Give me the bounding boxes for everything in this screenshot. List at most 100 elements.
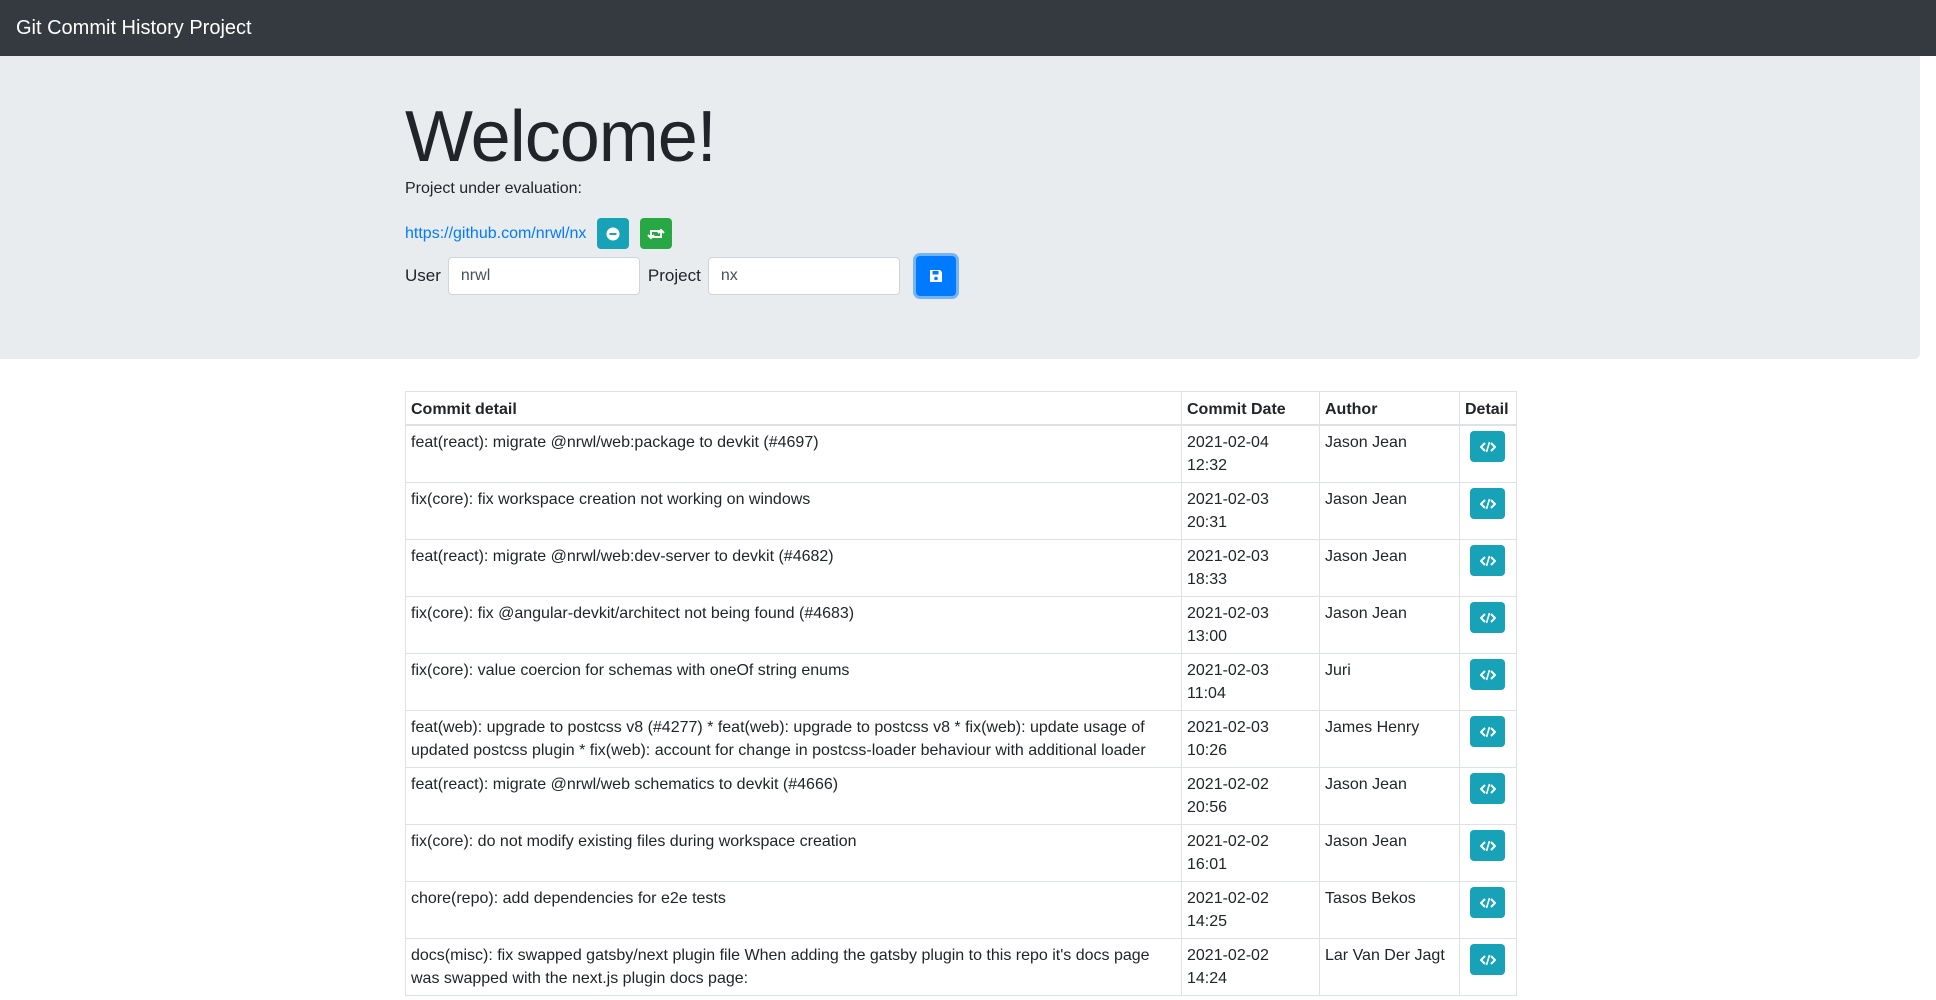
commit-date-cell: 2021-02-03 13:00: [1181, 596, 1320, 654]
window-edge: [1922, 0, 1936, 1000]
view-detail-button[interactable]: [1470, 602, 1505, 633]
commit-message: feat(web): upgrade to postcss v8 (#4277)…: [411, 719, 1146, 759]
commit-author: James Henry: [1325, 719, 1420, 736]
view-detail-button[interactable]: [1470, 716, 1505, 747]
commit-time: 14:25: [1187, 913, 1228, 930]
commit-date: 2021-02-04: [1187, 434, 1269, 451]
user-label: User: [405, 266, 441, 285]
table-row: feat(react): migrate @nrwl/web:package t…: [405, 424, 1517, 483]
author-cell: Jason Jean: [1319, 424, 1460, 483]
view-detail-button[interactable]: [1470, 431, 1505, 462]
commit-detail-cell: feat(react): migrate @nrwl/web:package t…: [405, 424, 1182, 483]
table-row: fix(core): fix workspace creation not wo…: [405, 482, 1517, 540]
commit-date-cell: 2021-02-03 20:31: [1181, 482, 1320, 540]
commit-message: feat(react): migrate @nrwl/web:package t…: [411, 434, 819, 451]
commit-date-cell: 2021-02-03 10:26: [1181, 710, 1320, 768]
commit-author: Jason Jean: [1325, 605, 1407, 622]
jumbotron: Welcome! Project under evaluation: https…: [0, 56, 1920, 359]
commit-date-cell: 2021-02-02 14:24: [1181, 938, 1320, 996]
view-detail-button[interactable]: [1470, 830, 1505, 861]
commit-time: 20:56: [1187, 799, 1228, 816]
commit-detail-cell: fix(core): fix @angular-devkit/architect…: [405, 596, 1182, 654]
author-cell: Jason Jean: [1319, 539, 1460, 597]
commit-author: Lar Van Der Jagt: [1325, 947, 1445, 964]
author-cell: Juri: [1319, 653, 1460, 711]
commit-date-cell: 2021-02-03 18:33: [1181, 539, 1320, 597]
commit-time: 11:04: [1187, 685, 1226, 702]
view-detail-button[interactable]: [1470, 659, 1505, 690]
commit-date: 2021-02-02: [1187, 947, 1269, 964]
minus-circle-icon: [606, 227, 620, 240]
author-cell: Jason Jean: [1319, 596, 1460, 654]
detail-cell: [1459, 424, 1517, 483]
commit-author: Jason Jean: [1325, 833, 1407, 850]
commit-time: 10:26: [1187, 742, 1228, 759]
commit-date-cell: 2021-02-02 16:01: [1181, 824, 1320, 882]
commit-date: 2021-02-02: [1187, 890, 1269, 907]
commit-message: feat(react): migrate @nrwl/web schematic…: [411, 776, 839, 793]
author-cell: Jason Jean: [1319, 482, 1460, 540]
commit-time: 16:01: [1187, 856, 1228, 873]
commit-message: fix(core): do not modify existing files …: [411, 833, 857, 850]
code-icon: [1479, 726, 1496, 737]
refresh-project-button[interactable]: [640, 218, 673, 249]
view-detail-button[interactable]: [1470, 488, 1505, 519]
view-detail-button[interactable]: [1470, 773, 1505, 804]
code-icon: [1479, 555, 1496, 566]
detail-cell: [1459, 596, 1517, 654]
user-input[interactable]: [447, 257, 640, 295]
author-cell: Lar Van Der Jagt: [1319, 938, 1460, 996]
table-row: feat(react): migrate @nrwl/web:dev-serve…: [405, 539, 1517, 597]
code-icon: [1479, 441, 1496, 452]
table-row: fix(core): fix @angular-devkit/architect…: [405, 596, 1517, 654]
author-cell: Jason Jean: [1319, 824, 1460, 882]
commit-author: Jason Jean: [1325, 776, 1407, 793]
commit-date-cell: 2021-02-02 20:56: [1181, 767, 1320, 825]
commit-time: 14:24: [1187, 970, 1228, 987]
commit-time: 18:33: [1187, 571, 1228, 588]
table-row: chore(repo): add dependencies for e2e te…: [405, 881, 1517, 939]
header-commit-date: Commit Date: [1181, 391, 1320, 426]
project-input[interactable]: [707, 257, 900, 295]
repo-link[interactable]: https://github.com/nrwl/nx: [405, 225, 586, 243]
project-form: User Project: [405, 256, 956, 296]
commit-message: fix(core): fix workspace creation not wo…: [411, 491, 811, 508]
table-row: feat(react): migrate @nrwl/web schematic…: [405, 767, 1517, 825]
detail-cell: [1459, 824, 1517, 882]
commit-message: docs(misc): fix swapped gatsby/next plug…: [411, 947, 1150, 987]
commit-time: 13:00: [1187, 628, 1228, 645]
commit-author: Jason Jean: [1325, 434, 1407, 451]
header-author: Author: [1319, 391, 1460, 426]
commit-message: fix(core): fix @angular-devkit/architect…: [411, 605, 855, 622]
commit-author: Tasos Bekos: [1325, 890, 1416, 907]
commit-date: 2021-02-03: [1187, 491, 1269, 508]
view-detail-button[interactable]: [1470, 887, 1505, 918]
navbar-brand[interactable]: Git Commit History Project: [16, 17, 252, 40]
detail-cell: [1459, 710, 1517, 768]
commit-date: 2021-02-03: [1187, 548, 1269, 565]
view-detail-button[interactable]: [1470, 944, 1505, 975]
commit-date: 2021-02-02: [1187, 776, 1269, 793]
commit-detail-cell: feat(web): upgrade to postcss v8 (#4277)…: [405, 710, 1182, 768]
commit-date: 2021-02-03: [1187, 719, 1269, 736]
view-detail-button[interactable]: [1470, 545, 1505, 576]
detail-cell: [1459, 653, 1517, 711]
save-button[interactable]: [915, 256, 956, 296]
header-commit-detail: Commit detail: [405, 391, 1182, 426]
repo-row: https://github.com/nrwl/nx: [405, 218, 673, 249]
table-row: feat(web): upgrade to postcss v8 (#4277)…: [405, 710, 1517, 768]
commit-author: Juri: [1325, 662, 1351, 679]
eval-label: Project under evaluation:: [405, 180, 582, 197]
commit-time: 20:31: [1187, 514, 1228, 531]
navbar: Git Commit History Project: [0, 0, 1936, 56]
code-icon: [1479, 669, 1496, 680]
commit-message: chore(repo): add dependencies for e2e te…: [411, 890, 726, 907]
detail-cell: [1459, 482, 1517, 540]
remove-project-button[interactable]: [597, 218, 630, 249]
commit-date: 2021-02-03: [1187, 605, 1269, 622]
commit-date: 2021-02-02: [1187, 833, 1269, 850]
code-icon: [1479, 840, 1496, 851]
commit-detail-cell: feat(react): migrate @nrwl/web:dev-serve…: [405, 539, 1182, 597]
commit-detail-cell: fix(core): value coercion for schemas wi…: [405, 653, 1182, 711]
commit-detail-cell: feat(react): migrate @nrwl/web schematic…: [405, 767, 1182, 825]
